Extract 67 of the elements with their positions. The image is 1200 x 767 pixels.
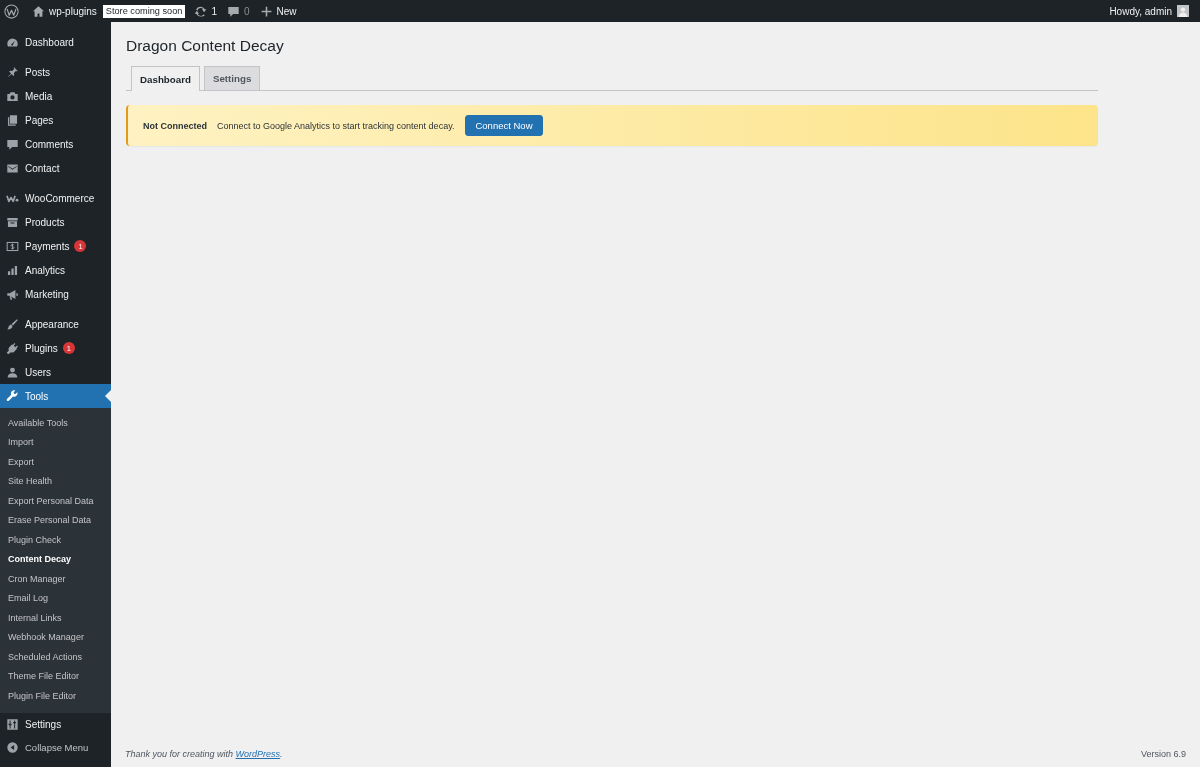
menu-item[interactable]: Settings [0, 712, 68, 737]
page-title: Dragon Content Decay [126, 36, 285, 56]
store-status-badge: Store coming soon [102, 4, 186, 18]
menu-item[interactable]: Appearance [0, 312, 85, 336]
new-content-link[interactable]: New [254, 0, 302, 22]
archive-box-icon [6, 215, 19, 229]
submenu-item[interactable]: Erase Personal Data [0, 510, 111, 530]
tab[interactable]: Settings [203, 66, 261, 90]
plug-icon [6, 341, 19, 355]
connect-button[interactable]: Connect Now [465, 115, 543, 136]
submenu-item[interactable]: Webhook Manager [0, 627, 111, 647]
menu-item[interactable]: Plugins [0, 336, 64, 360]
menu-item[interactable]: Comments [0, 132, 80, 156]
wrench-icon [6, 389, 19, 403]
megaphone-icon [6, 287, 19, 301]
submenu-item[interactable]: Plugin Check [0, 530, 111, 550]
submenu-item[interactable]: Scheduled Actions [0, 647, 111, 667]
updates-link[interactable]: 1 [189, 0, 222, 22]
collapse-menu-button[interactable]: Collapse Menu [0, 736, 95, 759]
document-stack-icon [6, 113, 19, 127]
menu-item[interactable]: Marketing [0, 282, 75, 306]
submenu-item[interactable]: Available Tools [0, 413, 111, 433]
submenu-item[interactable]: Site Health [0, 471, 111, 491]
camera-icon [6, 89, 19, 103]
menu-item[interactable]: Tools [0, 384, 111, 408]
submenu-item[interactable]: Content Decay [0, 549, 111, 569]
bar-chart-icon [6, 263, 19, 277]
menu-item[interactable]: WooCommerce [0, 186, 101, 210]
submenu-item[interactable]: Email Log [0, 588, 111, 608]
dollar-box-icon [6, 239, 19, 253]
submenu-item[interactable]: Import [0, 432, 111, 452]
submenu-item[interactable]: Plugin File Editor [0, 686, 111, 706]
paintbrush-icon [6, 317, 19, 331]
menu-item[interactable]: Media [0, 84, 59, 108]
refresh-icon [194, 4, 208, 18]
comments-link[interactable]: 0 [222, 0, 255, 22]
plus-icon [259, 4, 273, 18]
submenu-item[interactable]: Export [0, 452, 111, 472]
submenu-item[interactable]: Export Personal Data [0, 491, 111, 511]
submenu-item[interactable]: Internal Links [0, 608, 111, 628]
menu-item[interactable]: Payments [0, 234, 76, 258]
notice-message: Connect to Google Analytics to start tracking content decay. [217, 120, 455, 131]
tab[interactable]: Dashboard [131, 66, 200, 91]
site-name-link[interactable]: wp-plugins [27, 0, 102, 22]
speech-bubble-icon [227, 4, 240, 18]
menu-item[interactable]: Products [0, 210, 71, 234]
menu-item[interactable]: Pages [0, 108, 60, 132]
sliders-icon [6, 718, 19, 731]
version-text: Version 6.9 [1140, 749, 1186, 759]
menu-item[interactable]: Users [0, 360, 58, 384]
menu-item[interactable]: Analytics [0, 258, 71, 282]
collapse-arrow-icon [6, 741, 19, 754]
account-link[interactable]: Howdy, admin [1104, 0, 1194, 22]
submenu-item[interactable]: Theme File Editor [0, 666, 111, 686]
avatar-icon [1177, 5, 1189, 17]
pushpin-icon [6, 65, 19, 79]
menu-item[interactable]: Contact [0, 156, 66, 180]
notice-title: Not Connected [143, 120, 207, 131]
submenu-item[interactable]: Cron Manager [0, 569, 111, 589]
pointer-icon [105, 390, 111, 402]
footer-credit: Thank you for creating with WordPress. [125, 749, 283, 759]
menu-item[interactable]: Dashboard [0, 30, 80, 54]
speech-bubble-icon [6, 137, 19, 151]
logo-icon [4, 3, 19, 19]
menu-item[interactable]: Posts [0, 60, 56, 84]
home-icon [32, 4, 45, 18]
user-icon [6, 365, 19, 379]
